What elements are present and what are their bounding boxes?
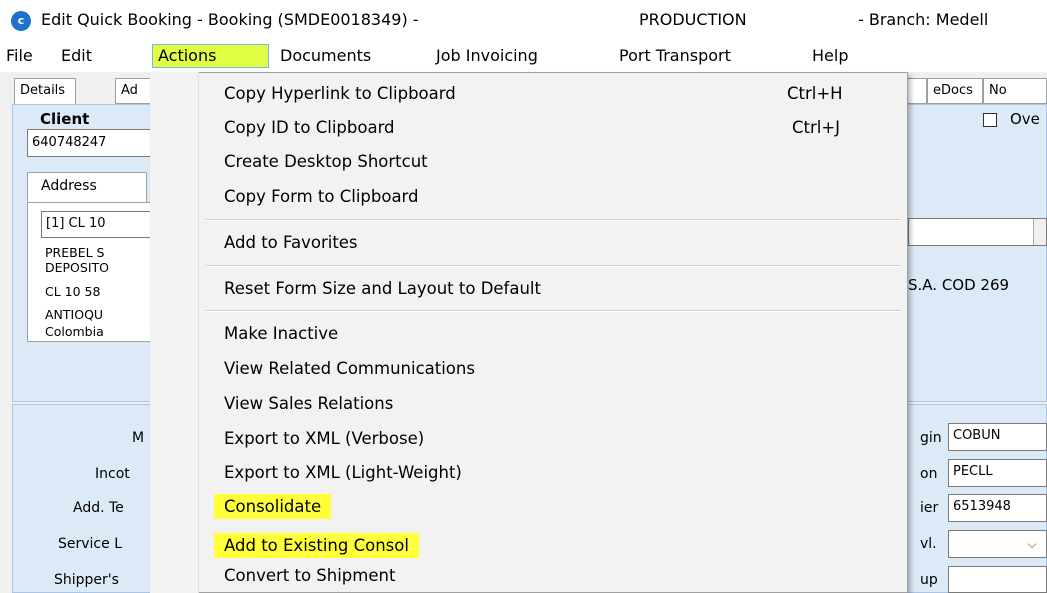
- destination-field[interactable]: PECLL: [948, 459, 1047, 487]
- title-bar: c Edit Quick Booking - Booking (SMDE0018…: [0, 0, 1047, 40]
- menu-help[interactable]: Help: [807, 44, 853, 68]
- tab-edocs[interactable]: eDocs: [927, 78, 983, 104]
- field-label: M: [132, 430, 145, 446]
- address-line: Colombia: [45, 324, 104, 339]
- menu-item-add-to-existing-consol[interactable]: Add to Existing Consol: [214, 533, 419, 558]
- address-line: DEPOSITO: [45, 260, 109, 275]
- window-title: Edit Quick Booking - Booking (SMDE001834…: [41, 10, 419, 29]
- origin-label: gin: [920, 430, 942, 446]
- shortcut-label: Ctrl+H: [787, 84, 843, 103]
- menu-separator: [206, 265, 901, 267]
- menu-item-make-inactive[interactable]: Make Inactive: [224, 324, 338, 343]
- chevron-down-icon[interactable]: ⌵: [1022, 533, 1042, 555]
- destination-label: on: [920, 466, 938, 482]
- menu-item-copy-id[interactable]: Copy ID to Clipboard: [224, 118, 395, 137]
- menu-separator: [206, 219, 901, 221]
- branch-label: - Branch: Medell: [858, 10, 989, 29]
- address-line: CL 10 58: [45, 284, 101, 299]
- menu-item-convert-to-shipment[interactable]: Convert to Shipment: [224, 566, 395, 585]
- menu-separator: [206, 310, 901, 312]
- company-text: S.A. COD 269: [908, 276, 1010, 294]
- pickup-label: up: [920, 572, 938, 588]
- menu-item-create-desktop-shortcut[interactable]: Create Desktop Shortcut: [224, 152, 428, 171]
- menu-item-add-to-favorites[interactable]: Add to Favorites: [224, 233, 358, 252]
- menu-bar: File Edit Actions Documents Job Invoicin…: [0, 40, 1047, 72]
- client-code-field[interactable]: 640748247: [27, 129, 157, 157]
- menu-icon-gutter: [150, 72, 199, 593]
- menu-file[interactable]: File: [1, 44, 38, 68]
- address-select[interactable]: [1] CL 10: [41, 211, 157, 238]
- menu-item-export-xml-light[interactable]: Export to XML (Light-Weight): [224, 463, 462, 482]
- override-label: Ove: [1010, 110, 1040, 128]
- menu-port-transport[interactable]: Port Transport: [614, 44, 736, 68]
- environment-label: PRODUCTION: [639, 10, 747, 29]
- menu-item-view-sales-relations[interactable]: View Sales Relations: [224, 394, 393, 413]
- menu-job-invoicing[interactable]: Job Invoicing: [431, 44, 543, 68]
- menu-actions[interactable]: Actions: [152, 44, 269, 68]
- menu-edit[interactable]: Edit: [56, 44, 97, 68]
- field-label: Incot: [95, 466, 130, 482]
- chevron-down-icon[interactable]: [1033, 219, 1046, 245]
- origin-field[interactable]: COBUN: [948, 423, 1047, 451]
- menu-documents[interactable]: Documents: [275, 44, 376, 68]
- field-label: Shipper's: [54, 572, 119, 588]
- client-right-field[interactable]: [908, 218, 1047, 246]
- menu-item-consolidate[interactable]: Consolidate: [214, 494, 332, 519]
- field-label: Add. Te: [73, 500, 124, 516]
- menu-item-copy-hyperlink[interactable]: Copy Hyperlink to Clipboard: [224, 84, 456, 103]
- service-level-label: vl.: [920, 536, 937, 552]
- tab-addresses[interactable]: Ad: [115, 78, 155, 104]
- pickup-field[interactable]: [948, 566, 1047, 593]
- menu-item-copy-form[interactable]: Copy Form to Clipboard: [224, 187, 419, 206]
- menu-item-reset-form-size[interactable]: Reset Form Size and Layout to Default: [224, 279, 541, 298]
- tab-notes[interactable]: No: [983, 78, 1047, 104]
- client-heading: Client: [40, 110, 90, 128]
- carrier-label: ier: [920, 500, 939, 516]
- service-level-select[interactable]: ⌵: [948, 530, 1047, 558]
- shortcut-label: Ctrl+J: [792, 118, 841, 137]
- menu-item-export-xml-verbose[interactable]: Export to XML (Verbose): [224, 429, 424, 448]
- address-line: PREBEL S: [45, 245, 105, 260]
- field-label: Service L: [58, 536, 122, 552]
- menu-item-view-related-communications[interactable]: View Related Communications: [224, 359, 475, 378]
- tab-details[interactable]: Details: [14, 78, 76, 104]
- address-line: ANTIOQU: [45, 307, 104, 322]
- carrier-field[interactable]: 6513948: [948, 494, 1047, 522]
- override-checkbox[interactable]: [983, 113, 997, 127]
- app-logo-icon: c: [11, 11, 31, 31]
- tab-address[interactable]: Address: [41, 178, 97, 194]
